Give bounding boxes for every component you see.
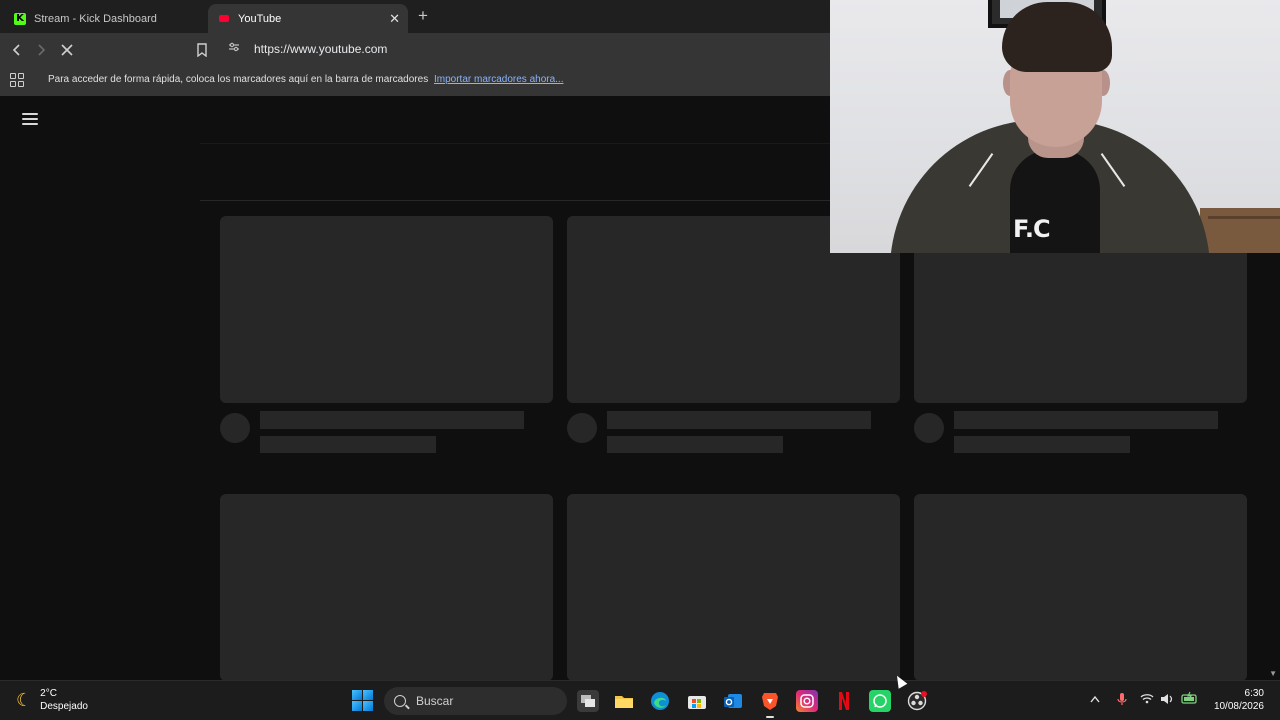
back-button[interactable] xyxy=(6,39,28,61)
tab-youtube[interactable]: YouTube ✕ xyxy=(208,4,408,33)
search-icon xyxy=(394,695,406,707)
subtitle-skeleton xyxy=(954,436,1130,453)
instagram-icon[interactable] xyxy=(796,690,818,712)
weather-widget[interactable]: ☾ 2°C Despejado xyxy=(16,687,88,713)
battery-icon[interactable] xyxy=(1181,691,1199,708)
moon-icon: ☾ xyxy=(16,689,33,711)
avatar-skeleton xyxy=(914,413,944,443)
import-bookmarks-link[interactable]: Importar marcadores ahora... xyxy=(434,74,564,85)
netflix-icon[interactable] xyxy=(833,690,855,712)
tab-title: Stream - Kick Dashboard xyxy=(34,12,157,25)
clock-date: 10/08/2026 xyxy=(1213,701,1264,712)
whatsapp-icon[interactable] xyxy=(869,690,891,712)
stop-icon xyxy=(61,44,73,56)
site-settings-icon[interactable] xyxy=(228,41,240,53)
chevron-up-icon[interactable] xyxy=(1090,693,1100,706)
edge-icon[interactable] xyxy=(649,690,671,712)
start-button[interactable] xyxy=(352,690,373,711)
scroll-down-arrow-icon[interactable]: ▼ xyxy=(1269,669,1277,678)
outlook-icon[interactable] xyxy=(722,690,744,712)
forward-arrow-icon xyxy=(38,44,46,56)
youtube-icon xyxy=(218,13,230,25)
wifi-icon[interactable] xyxy=(1140,693,1154,707)
address-bar[interactable]: https://www.youtube.com xyxy=(254,42,387,56)
hamburger-icon[interactable] xyxy=(22,113,38,125)
subtitle-skeleton xyxy=(260,436,436,453)
wooden-shelf xyxy=(1200,208,1280,253)
avatar-skeleton xyxy=(220,413,250,443)
shirt-logo: F.C xyxy=(1013,215,1051,243)
webcam-overlay: F.C xyxy=(830,0,1280,253)
file-explorer-icon[interactable] xyxy=(613,690,635,712)
bookmarks-message: Para acceder de forma rápida, coloca los… xyxy=(48,74,429,85)
forward-button[interactable] xyxy=(30,39,52,61)
title-skeleton xyxy=(954,411,1218,429)
thumbnail-skeleton xyxy=(914,494,1247,681)
stop-loading-button[interactable] xyxy=(56,39,78,61)
person-hair xyxy=(1002,2,1112,72)
system-clock[interactable]: 6:30 10/08/2026 xyxy=(1214,687,1264,713)
kick-icon: K xyxy=(14,12,26,25)
new-tab-button[interactable]: + xyxy=(418,6,428,26)
title-skeleton xyxy=(607,411,871,429)
obs-icon[interactable] xyxy=(906,690,928,712)
thumbnail-skeleton xyxy=(220,494,553,681)
thumbnail-skeleton xyxy=(567,494,900,681)
taskbar-search[interactable]: Buscar xyxy=(384,687,567,715)
store-icon[interactable] xyxy=(686,690,708,712)
clock-time: 6:30 xyxy=(1244,688,1264,699)
subtitle-skeleton xyxy=(607,436,783,453)
tab-title: YouTube xyxy=(238,12,282,25)
close-tab-icon[interactable]: ✕ xyxy=(389,11,400,27)
screen: K Stream - Kick Dashboard YouTube ✕ + ht… xyxy=(0,0,1280,720)
video-card-skeleton[interactable] xyxy=(220,494,553,681)
volume-icon[interactable] xyxy=(1160,693,1174,708)
brave-icon[interactable] xyxy=(759,690,781,718)
task-view-icon[interactable] xyxy=(577,690,599,712)
bookmark-icon xyxy=(197,43,207,57)
microphone-icon[interactable] xyxy=(1117,692,1127,709)
windows-taskbar: ☾ 2°C Despejado Buscar 6:30 10/08/2026 xyxy=(0,680,1280,720)
apps-grid-icon[interactable] xyxy=(10,73,24,87)
search-placeholder: Buscar xyxy=(416,694,454,708)
avatar-skeleton xyxy=(567,413,597,443)
weather-condition: Despejado xyxy=(40,701,88,712)
bookmarks-hint: Para acceder de forma rápida, coloca los… xyxy=(48,74,563,85)
thumbnail-skeleton xyxy=(220,216,553,403)
bookmark-button[interactable] xyxy=(191,39,213,61)
video-card-skeleton[interactable] xyxy=(567,494,900,681)
video-card-skeleton[interactable] xyxy=(914,494,1247,681)
video-card-skeleton[interactable] xyxy=(220,216,553,453)
title-skeleton xyxy=(260,411,524,429)
weather-temp: 2°C xyxy=(40,688,57,699)
back-arrow-icon xyxy=(12,44,20,56)
tab-kick-dashboard[interactable]: K Stream - Kick Dashboard xyxy=(4,4,204,33)
